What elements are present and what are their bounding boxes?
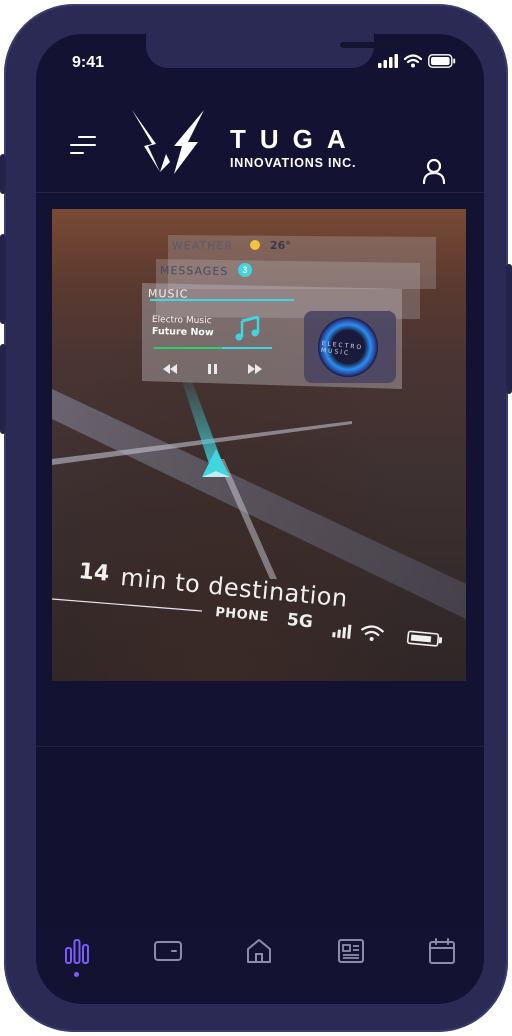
lightning-logo-icon xyxy=(132,110,204,174)
phone-frame: 9:41 TUGA INNOVATIONS INC. WEATHER 26° M… xyxy=(0,4,512,1032)
side-button-volume-down xyxy=(0,344,6,434)
home-icon[interactable] xyxy=(244,936,274,966)
bar-chart-icon[interactable] xyxy=(62,936,92,966)
notch xyxy=(146,34,400,68)
hud-network-label: 5G xyxy=(286,610,314,633)
battery-icon xyxy=(428,54,456,68)
menu-icon-line-bottom xyxy=(70,152,84,154)
brand-subtitle: INNOVATIONS INC. xyxy=(230,156,357,170)
status-time: 9:41 xyxy=(72,54,105,71)
signal-icon xyxy=(378,54,398,68)
eta-minutes: 14 xyxy=(77,559,111,587)
hud-wifi-icon xyxy=(360,625,385,641)
sun-icon xyxy=(250,240,260,250)
active-tab-indicator xyxy=(74,972,79,977)
menu-icon-line-top xyxy=(78,136,96,138)
header-divider xyxy=(36,192,484,193)
speaker xyxy=(340,42,400,48)
brand-name: TUGA xyxy=(230,124,360,154)
hud-music-artist: Electro Music xyxy=(151,315,212,327)
calendar-icon[interactable] xyxy=(427,936,457,966)
hud-weather-title: WEATHER xyxy=(171,239,234,253)
newspaper-icon[interactable] xyxy=(336,936,366,966)
brand-logo[interactable]: TUGA INNOVATIONS INC. xyxy=(130,102,400,182)
hud-weather-temp: 26° xyxy=(269,239,291,253)
hud-music-track: Future Now xyxy=(151,326,214,339)
status-icons xyxy=(378,54,456,68)
tab-bar xyxy=(36,926,484,1004)
wifi-icon xyxy=(404,54,422,68)
hud-messages-title: MESSAGES xyxy=(159,264,229,278)
side-button-mute xyxy=(0,154,6,194)
hud-battery-icon xyxy=(406,630,443,647)
hud-music-title: MUSIC xyxy=(147,287,189,301)
user-icon[interactable] xyxy=(422,158,446,184)
side-button-volume-up xyxy=(0,234,6,324)
menu-icon-line-middle xyxy=(70,144,96,146)
side-button-power xyxy=(506,264,512,394)
hud-messages-badge: 3 xyxy=(238,263,252,277)
content-divider xyxy=(36,746,484,747)
app-header: TUGA INNOVATIONS INC. xyxy=(36,94,484,194)
content-area xyxy=(36,746,484,926)
wallet-icon[interactable] xyxy=(153,936,183,966)
menu-button[interactable] xyxy=(70,134,98,158)
signal-bars-icon xyxy=(332,624,352,639)
hero-image: WEATHER 26° MESSAGES 3 MUSIC Electro Mus… xyxy=(52,209,466,681)
screen: 9:41 TUGA INNOVATIONS INC. WEATHER 26° M… xyxy=(36,34,484,1004)
